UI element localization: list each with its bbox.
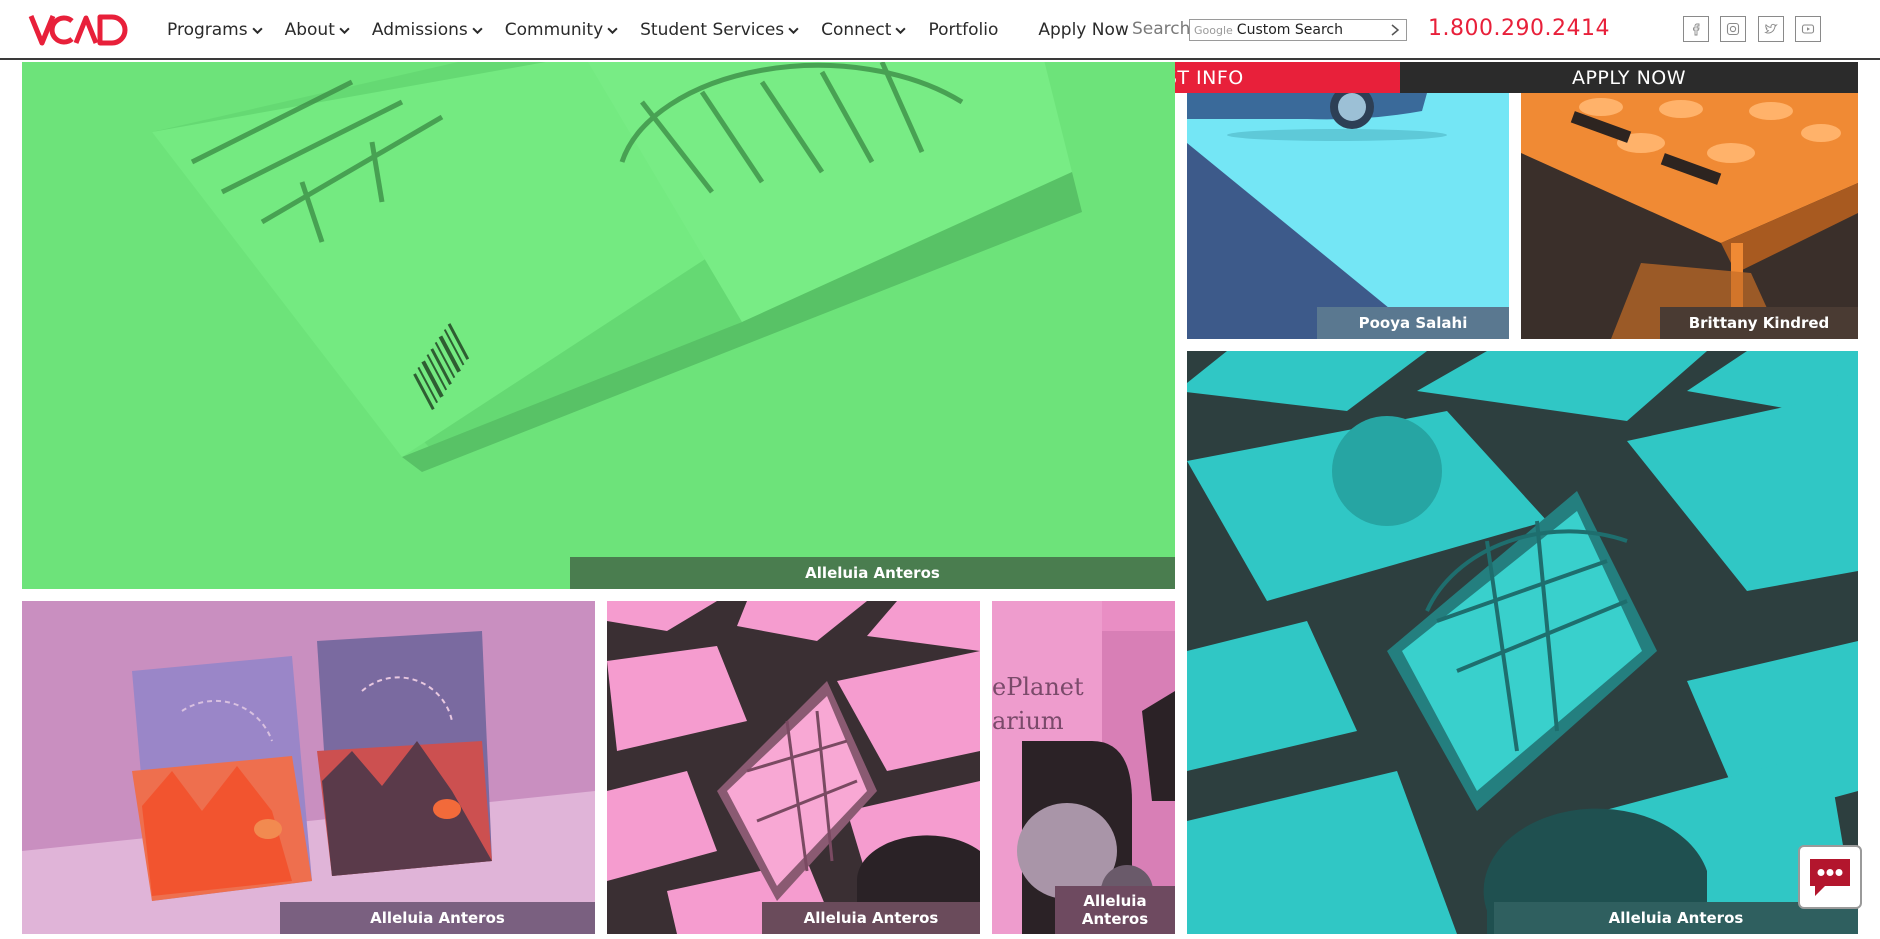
nav-label: Programs <box>167 20 248 40</box>
car-artwork <box>1187 93 1509 339</box>
portfolio-tile-magazine[interactable]: ePlanet arium Alleluia Anteros <box>992 601 1175 934</box>
phone-number[interactable]: 1.800.290.2414 <box>1428 16 1610 41</box>
search-label: Search <box>1132 19 1191 39</box>
google-brand-label: Google <box>1194 23 1233 37</box>
cards-artwork <box>22 601 595 934</box>
tablet-pink-artwork <box>607 601 980 934</box>
nav-connect[interactable]: Connect <box>821 20 907 40</box>
instagram-icon[interactable] <box>1720 16 1746 42</box>
nav-label: Portfolio <box>928 20 999 40</box>
tile-caption: Alleluia Anteros <box>280 902 595 934</box>
nav-label: About <box>284 20 335 40</box>
nav-label: Apply Now <box>1038 20 1129 40</box>
magazine-title-line: arium <box>992 707 1064 735</box>
chevron-down-icon <box>472 27 483 34</box>
nav-label: Community <box>504 20 604 40</box>
twitter-glyph <box>1764 23 1778 34</box>
vcad-logo[interactable] <box>28 12 132 48</box>
chevron-down-icon <box>607 27 618 34</box>
facebook-icon[interactable] <box>1683 16 1709 42</box>
site-header: Programs About Admissions Community Stud… <box>0 0 1880 60</box>
main-nav: Programs About Admissions Community Stud… <box>167 0 1169 60</box>
search-input[interactable] <box>1236 22 1387 38</box>
tablet-teal-artwork <box>1187 351 1858 934</box>
chevron-down-icon <box>251 27 263 34</box>
nav-label: Student Services <box>640 20 785 40</box>
tile-caption: Alleluia Anteros <box>762 902 980 934</box>
nav-about[interactable]: About <box>285 20 350 40</box>
portfolio-tile-book[interactable]: Alleluia Anteros <box>22 62 1175 589</box>
magazine-artwork: ePlanet arium <box>992 601 1175 934</box>
tile-caption: Brittany Kindred <box>1660 307 1858 339</box>
chevron-right-icon[interactable] <box>1390 24 1400 36</box>
portfolio-tile-tablet-teal[interactable]: Alleluia Anteros <box>1187 351 1858 934</box>
chevron-down-icon <box>895 27 907 34</box>
nav-admissions[interactable]: Admissions <box>372 20 483 40</box>
book-artwork <box>22 62 1175 589</box>
facebook-glyph <box>1693 23 1700 36</box>
tile-caption: Pooya Salahi <box>1317 307 1509 339</box>
chat-widget-button[interactable] <box>1798 845 1862 909</box>
chat-bubble-icon <box>1810 859 1850 896</box>
tile-caption: Alleluia Anteros <box>570 557 1175 589</box>
tile-caption: Alleluia Anteros <box>1055 886 1175 934</box>
portfolio-tile-table[interactable]: Brittany Kindred <box>1521 93 1858 339</box>
chevron-down-icon <box>788 27 799 34</box>
nav-label: Connect <box>821 20 892 40</box>
portfolio-tile-car[interactable]: Pooya Salahi <box>1187 93 1509 339</box>
youtube-icon[interactable] <box>1795 16 1821 42</box>
portfolio-tile-cards[interactable]: Alleluia Anteros <box>22 601 595 934</box>
apply-now-button[interactable]: APPLY NOW <box>1400 62 1858 93</box>
nav-apply-now[interactable]: Apply Now <box>1038 20 1128 40</box>
nav-label: Admissions <box>371 20 468 40</box>
twitter-icon[interactable] <box>1758 16 1784 42</box>
instagram-glyph <box>1726 22 1740 36</box>
nav-programs[interactable]: Programs <box>167 20 263 40</box>
table-artwork <box>1521 93 1858 339</box>
nav-student-services[interactable]: Student Services <box>640 20 799 40</box>
nav-portfolio[interactable]: Portfolio <box>928 20 998 40</box>
youtube-glyph <box>1801 24 1815 34</box>
nav-community[interactable]: Community <box>505 20 618 40</box>
chevron-down-icon <box>339 27 350 34</box>
magazine-title-line: ePlanet <box>992 673 1084 701</box>
portfolio-tile-tablet-pink[interactable]: Alleluia Anteros <box>607 601 980 934</box>
search-box[interactable]: Google <box>1189 19 1407 41</box>
